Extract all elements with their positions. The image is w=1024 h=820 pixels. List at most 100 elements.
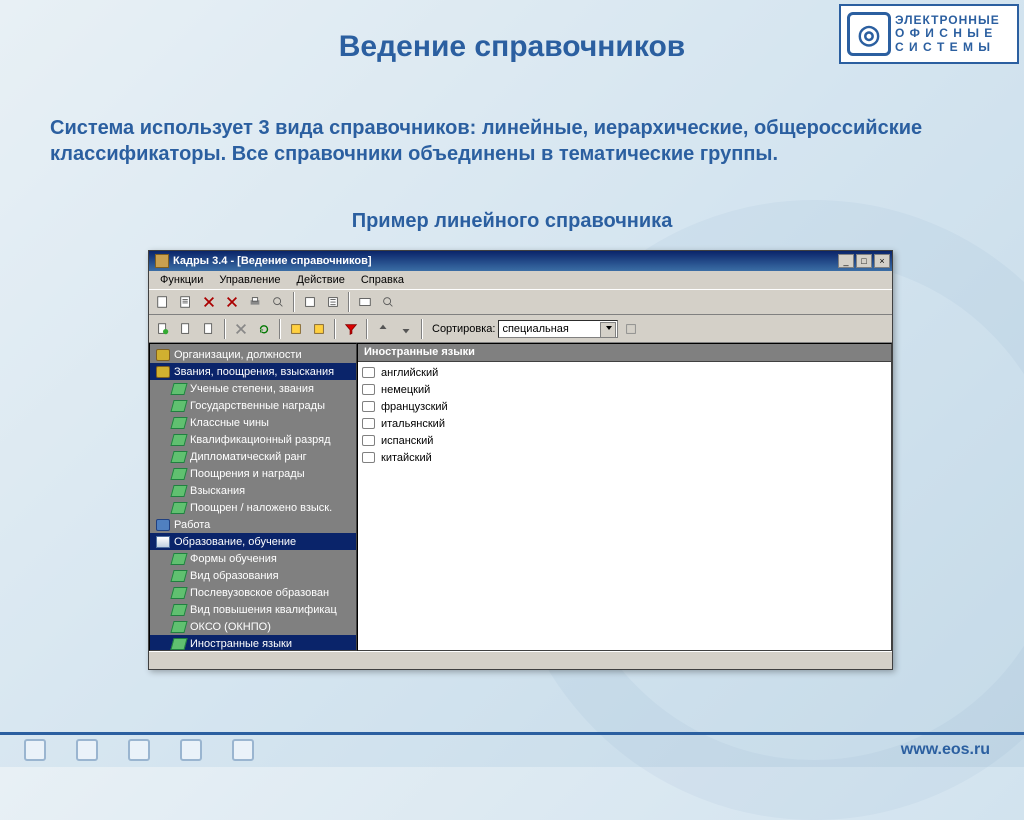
tree-item[interactable]: Государственные награды [150,397,356,414]
item-icon [362,418,375,429]
footer-icon [24,739,46,761]
tag-icon [170,502,187,514]
tree-item-label: Классные чины [190,417,269,429]
toolbar-button[interactable] [153,292,173,312]
tree-item[interactable]: Поощрения и награды [150,465,356,482]
tag-icon [170,451,187,463]
tree-item[interactable]: Вид повышения квалификац [150,601,356,618]
list-item[interactable]: китайский [362,449,887,466]
new-button[interactable] [153,319,173,339]
tree-item[interactable]: ОКСО (ОКНПО) [150,618,356,635]
minimize-button[interactable]: _ [838,254,854,268]
search-button[interactable] [378,292,398,312]
footer-url: www.eos.ru [901,741,990,759]
print-button[interactable] [245,292,265,312]
list-item-label: французский [381,401,448,413]
item-icon [362,435,375,446]
tree-item[interactable]: Взыскания [150,482,356,499]
tree-item[interactable]: Послевузовское образован [150,584,356,601]
toolbar-button[interactable] [199,319,219,339]
toolbar-button[interactable] [309,319,329,339]
toolbar-button[interactable] [286,319,306,339]
tree-item[interactable]: Звания, поощрения, взыскания [150,363,356,380]
toolbar-button[interactable] [176,292,196,312]
chevron-down-icon [606,326,612,330]
tree-item[interactable]: Иностранные языки [150,635,356,651]
key-icon [156,349,170,361]
toolbar-separator [366,319,368,339]
delete-button[interactable] [231,319,251,339]
list-item-label: немецкий [381,384,430,396]
toolbar-separator [421,319,423,339]
list-item-label: китайский [381,452,432,464]
content-panel: Иностранные языки английский немецкий фран… [357,343,892,651]
preview-button[interactable] [268,292,288,312]
tree-item-label: Организации, должности [174,349,302,361]
menu-help[interactable]: Справка [354,273,411,287]
tag-icon [170,638,187,650]
tree-item[interactable]: Классные чины [150,414,356,431]
tree-item-label: Квалификационный разряд [190,434,331,446]
move-down-button[interactable] [396,319,416,339]
close-button[interactable]: × [874,254,890,268]
tree-item[interactable]: Дипломатический ранг [150,448,356,465]
tree-item-label: Ученые степени, звания [190,383,314,395]
content-header: Иностранные языки [358,344,891,362]
footer-icon [232,739,254,761]
list-item[interactable]: французский [362,398,887,415]
tag-icon [170,485,187,497]
menu-functions[interactable]: Функции [153,273,210,287]
footer-icon [76,739,98,761]
slide-subtitle: Пример линейного справочника [0,210,1024,233]
titlebar[interactable]: Кадры 3.4 - [Ведение справочников] _ □ × [149,251,892,271]
tree-item-label: Иностранные языки [190,638,292,650]
toolbar-button[interactable] [222,292,242,312]
item-icon [362,384,375,395]
footer-divider [0,732,1024,735]
content-list[interactable]: английский немецкий французский итальянский… [358,362,891,650]
tree-item[interactable]: Поощрен / наложено взыск. [150,499,356,516]
menu-management[interactable]: Управление [212,273,287,287]
sort-dropdown[interactable]: специальная [498,320,618,338]
tree-item-label: Формы обучения [190,553,277,565]
move-up-button[interactable] [373,319,393,339]
sort-value: специальная [502,323,568,335]
refresh-button[interactable] [254,319,274,339]
tree-item-label: Вид образования [190,570,279,582]
toolbar-separator [279,319,281,339]
menu-action[interactable]: Действие [290,273,352,287]
tree-item[interactable]: Образование, обучение [150,533,356,550]
tree-item-label: Работа [174,519,210,531]
list-item-label: итальянский [381,418,445,430]
doc-icon [156,536,170,548]
window-title: Кадры 3.4 - [Ведение справочников] [173,255,838,267]
tree-item[interactable]: Ученые степени, звания [150,380,356,397]
toolbar-button[interactable] [300,292,320,312]
list-item[interactable]: немецкий [362,381,887,398]
tag-icon [170,621,187,633]
list-item[interactable]: испанский [362,432,887,449]
tree-item[interactable]: Квалификационный разряд [150,431,356,448]
toolbar-button[interactable] [355,292,375,312]
slide-description: Система использует 3 вида справочников: … [50,115,970,167]
tree-item-label: Поощрен / наложено взыск. [190,502,332,514]
tree-item[interactable]: Формы обучения [150,550,356,567]
maximize-button[interactable]: □ [856,254,872,268]
tree-panel[interactable]: Организации, должности Звания, поощрения,… [149,343,357,651]
statusbar [149,651,892,669]
toolbar-button[interactable] [199,292,219,312]
tree-item[interactable]: Работа [150,516,356,533]
filter-button[interactable] [341,319,361,339]
toolbar-button[interactable] [621,319,641,339]
toolbar-button[interactable] [323,292,343,312]
tag-icon [170,400,187,412]
tree-item-label: Образование, обучение [174,536,296,548]
tag-icon [170,434,187,446]
tree-item-label: Послевузовское образован [190,587,329,599]
list-item[interactable]: английский [362,364,887,381]
list-item[interactable]: итальянский [362,415,887,432]
tree-item[interactable]: Вид образования [150,567,356,584]
tree-item[interactable]: Организации, должности [150,346,356,363]
toolbar-separator [348,292,350,312]
edit-button[interactable] [176,319,196,339]
